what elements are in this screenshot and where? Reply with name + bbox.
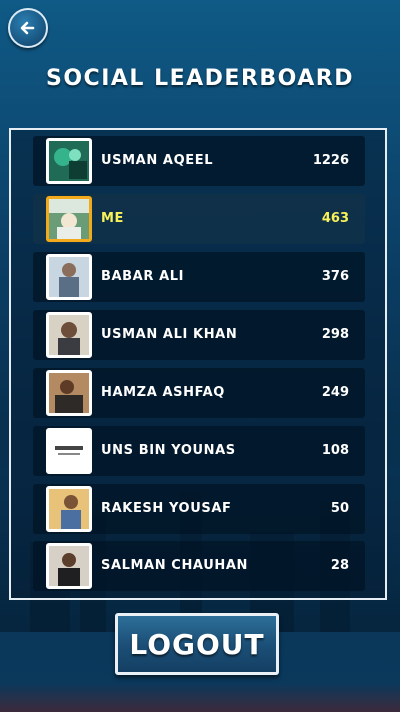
player-score: 298 [321, 327, 349, 342]
player-score: 463 [321, 211, 349, 226]
leaderboard-row[interactable]: USMAN AQEEL 1226 [33, 136, 365, 186]
leaderboard-row[interactable]: BABAR ALI 376 [33, 252, 365, 302]
leaderboard-screen: { "title": "SOCIAL LEADERBOARD", "entrie… [0, 0, 400, 712]
avatar [46, 486, 92, 532]
player-score: 108 [321, 443, 349, 458]
player-name: ME [101, 211, 125, 226]
avatar [46, 254, 92, 300]
player-name: USMAN ALI KHAN [101, 327, 238, 342]
player-score: 376 [321, 269, 349, 284]
player-name: SALMAN CHAUHAN [101, 558, 248, 573]
avatar [46, 543, 92, 589]
avatar [46, 370, 92, 416]
back-arrow-icon [20, 21, 35, 35]
player-name: USMAN AQEEL [101, 153, 214, 168]
leaderboard-row[interactable]: SALMAN CHAUHAN 28 [33, 541, 365, 591]
page-title: SOCIAL LEADERBOARD [46, 66, 354, 91]
player-name: RAKESH YOUSAF [101, 501, 232, 516]
player-score: 249 [321, 385, 349, 400]
leaderboard-row[interactable]: HAMZA ASHFAQ 249 [33, 368, 365, 418]
avatar [46, 138, 92, 184]
leaderboard-row[interactable]: RAKESH YOUSAF 50 [33, 484, 365, 534]
logout-button[interactable]: LOGOUT [115, 613, 279, 675]
player-score: 50 [330, 501, 349, 516]
leaderboard-row[interactable]: USMAN ALI KHAN 298 [33, 310, 365, 360]
player-score: 28 [330, 558, 349, 573]
player-name: BABAR ALI [101, 269, 185, 284]
avatar [46, 428, 92, 474]
player-name: HAMZA ASHFAQ [101, 385, 225, 400]
player-name: UNS BIN YOUNAS [101, 443, 236, 458]
leaderboard-row[interactable]: UNS BIN YOUNAS 108 [33, 426, 365, 476]
avatar [46, 312, 92, 358]
leaderboard-row-me[interactable]: ME 463 [33, 194, 365, 244]
back-button[interactable] [8, 8, 48, 48]
player-score: 1226 [312, 153, 349, 168]
avatar [46, 196, 92, 242]
bottom-decoration [0, 682, 400, 712]
